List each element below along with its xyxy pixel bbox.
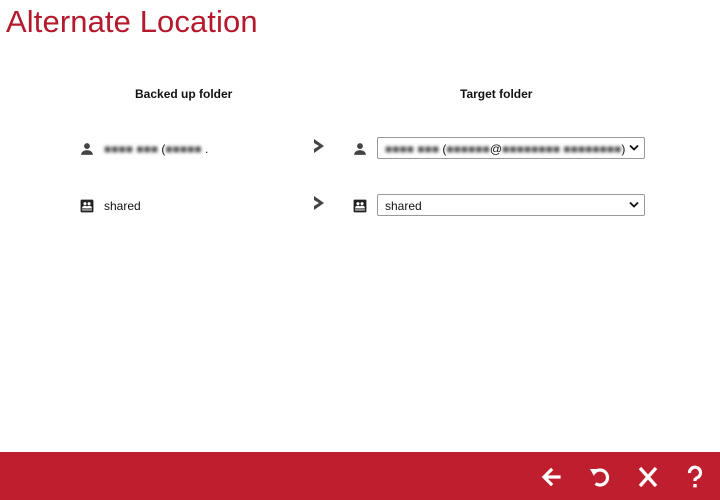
source-user-label: ■■■■ ■■■ (■■■■■ .	[104, 142, 208, 156]
mapping-row-user: ■■■■ ■■■ (■■■■■ . ■■■■ ■■■ (■■■■■■@■■■■■…	[0, 137, 720, 161]
shared-folder-icon	[353, 199, 367, 213]
source-user-email: ■■■■■	[165, 142, 202, 156]
undo-button[interactable]	[585, 462, 615, 492]
user-icon	[81, 143, 93, 155]
page-title: Alternate Location	[6, 4, 258, 39]
target-shared-select[interactable]: shared	[377, 194, 645, 216]
chevron-down-icon	[629, 144, 639, 151]
help-button[interactable]	[680, 462, 710, 492]
help-icon	[687, 465, 703, 488]
target-at-sign: @	[489, 142, 503, 156]
close-button[interactable]	[633, 462, 663, 492]
target-user-name: ■■■■ ■■■	[385, 142, 440, 156]
arrow-left-icon	[541, 467, 561, 487]
chevron-right-icon	[314, 196, 324, 210]
target-user-email: ■■■■■■	[446, 142, 490, 156]
target-folder-header: Target folder	[460, 87, 533, 101]
target-paren-close: )	[621, 142, 626, 156]
chevron-down-icon	[629, 201, 639, 208]
user-icon	[354, 143, 366, 155]
target-user-select[interactable]: ■■■■ ■■■ (■■■■■■@■■■■■■■■ ■■■■■■■■)	[377, 137, 645, 159]
shared-folder-icon	[80, 199, 94, 213]
close-icon	[638, 466, 658, 488]
mapping-row-shared: shared shared	[0, 194, 720, 218]
target-user-value: ■■■■ ■■■ (■■■■■■@■■■■■■■■ ■■■■■■■■)	[385, 142, 625, 156]
chevron-right-icon	[314, 139, 324, 153]
source-shared-label: shared	[104, 199, 141, 213]
target-user-domain: ■■■■■■■■ ■■■■■■■■	[502, 142, 622, 156]
backed-up-folder-header: Backed up folder	[135, 87, 233, 101]
footer-bar	[0, 452, 720, 500]
source-user-name: ■■■■ ■■■	[104, 142, 159, 156]
back-button[interactable]	[536, 462, 566, 492]
source-user-suffix: .	[205, 142, 209, 156]
target-shared-value: shared	[385, 199, 422, 213]
undo-icon	[590, 468, 610, 487]
